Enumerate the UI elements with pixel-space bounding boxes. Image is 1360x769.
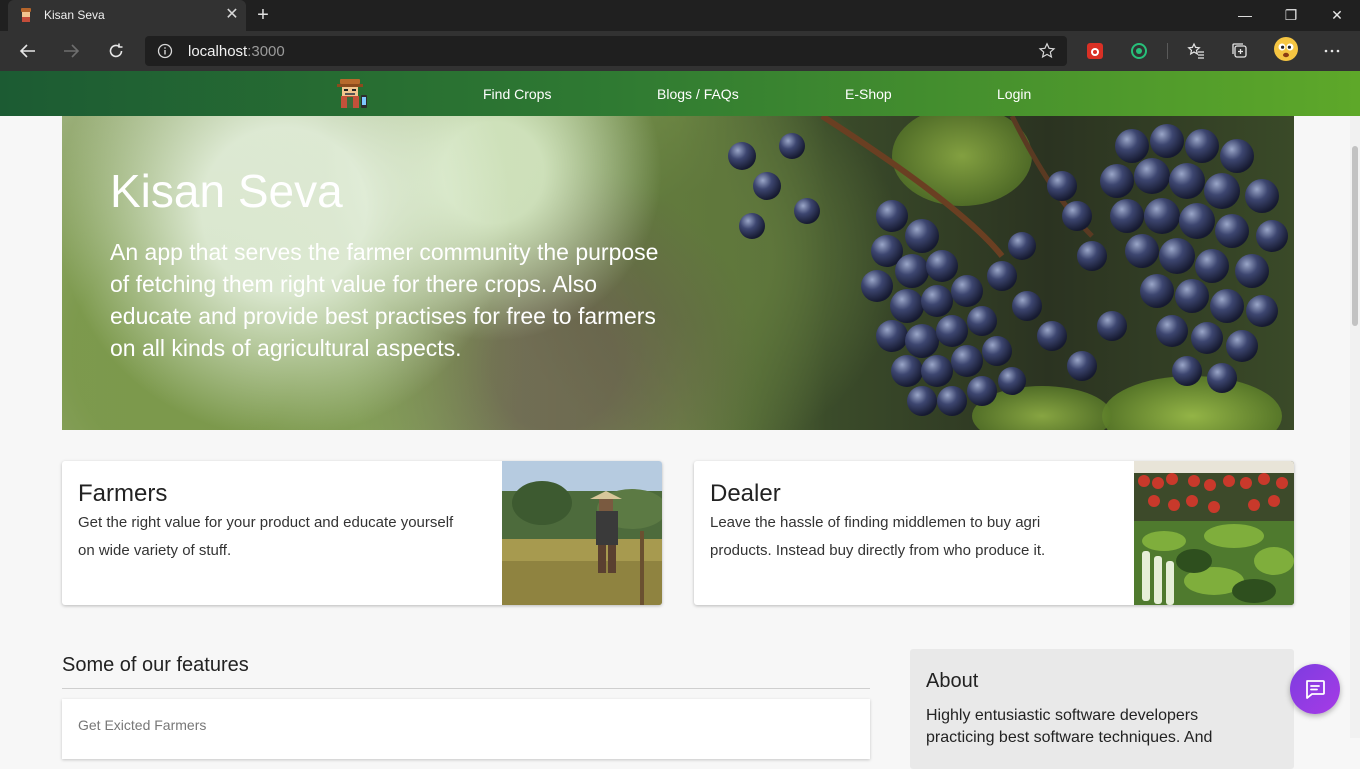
extension-icon[interactable]: [1084, 40, 1106, 62]
chat-button[interactable]: [1290, 664, 1340, 714]
features-heading: Some of our features: [62, 654, 249, 676]
about-title: About: [926, 670, 979, 692]
url-text: localhost:3000: [188, 43, 285, 60]
page-scrollbar[interactable]: [1350, 116, 1360, 738]
browser-toolbar: localhost:3000: [0, 31, 1360, 71]
features-divider: [62, 688, 870, 689]
app-navbar: Find Crops Blogs / FAQs E-Shop Login: [0, 71, 1360, 116]
back-icon[interactable]: [14, 37, 42, 65]
nav-e-shop[interactable]: E-Shop: [845, 86, 892, 102]
scrollbar-thumb[interactable]: [1352, 146, 1358, 326]
refresh-icon[interactable]: [102, 37, 130, 65]
hero-description: An app that serves the farmer community …: [110, 239, 659, 361]
farmer-favicon-icon: [21, 8, 31, 22]
extension-icon[interactable]: [1128, 40, 1150, 62]
feature-item[interactable]: Get Exicted Farmers: [62, 699, 870, 759]
card-title: Farmers: [78, 480, 168, 507]
nav-blogs-faqs[interactable]: Blogs / FAQs: [657, 86, 739, 102]
restore-icon[interactable]: ❐: [1268, 0, 1314, 31]
tab-title: Kisan Seva: [44, 8, 105, 22]
card-title: Dealer: [710, 480, 781, 507]
browser-tab[interactable]: Kisan Seva ✕: [8, 0, 246, 31]
about-panel: About Highly entusiastic software develo…: [910, 649, 1294, 769]
nav-find-crops[interactable]: Find Crops: [483, 86, 551, 102]
nav-login[interactable]: Login: [997, 86, 1031, 102]
favorites-icon[interactable]: [1185, 40, 1207, 62]
hero-title: Kisan Seva: [110, 165, 343, 217]
url-port: :3000: [247, 43, 285, 60]
minimize-icon[interactable]: —: [1222, 0, 1268, 31]
farmer-logo-icon[interactable]: [334, 77, 370, 111]
favorite-star-icon[interactable]: [1038, 42, 1056, 60]
card-text: Get the right value for your product and…: [78, 514, 454, 559]
vegetable-market-image: [1134, 461, 1294, 605]
forward-icon[interactable]: [57, 37, 85, 65]
browser-titlebar: Kisan Seva ✕ + — ❐ ✕: [0, 0, 1360, 31]
more-menu-icon[interactable]: [1321, 40, 1343, 62]
chat-bubble-icon: [1306, 680, 1325, 699]
farmer-field-image: [502, 461, 662, 605]
about-text: Highly entusiastic software developers p…: [926, 707, 1213, 746]
info-icon[interactable]: [157, 43, 173, 59]
url-host: localhost: [188, 43, 248, 60]
address-bar[interactable]: localhost:3000: [145, 36, 1067, 66]
window-close-icon[interactable]: ✕: [1314, 0, 1360, 31]
toolbar-separator: [1167, 43, 1168, 59]
tab-close-icon[interactable]: ✕: [222, 5, 242, 25]
profile-avatar-icon[interactable]: [1273, 36, 1299, 62]
dealer-card[interactable]: Dealer Leave the hassle of finding middl…: [694, 461, 1294, 605]
collections-icon[interactable]: [1229, 40, 1251, 62]
new-tab-icon[interactable]: +: [253, 4, 273, 26]
hero-banner: Kisan Seva An app that serves the farmer…: [62, 116, 1294, 430]
farmers-card[interactable]: Farmers Get the right value for your pro…: [62, 461, 662, 605]
card-text: Leave the hassle of finding middlemen to…: [710, 514, 1046, 559]
feature-label: Get Exicted Farmers: [78, 717, 207, 733]
